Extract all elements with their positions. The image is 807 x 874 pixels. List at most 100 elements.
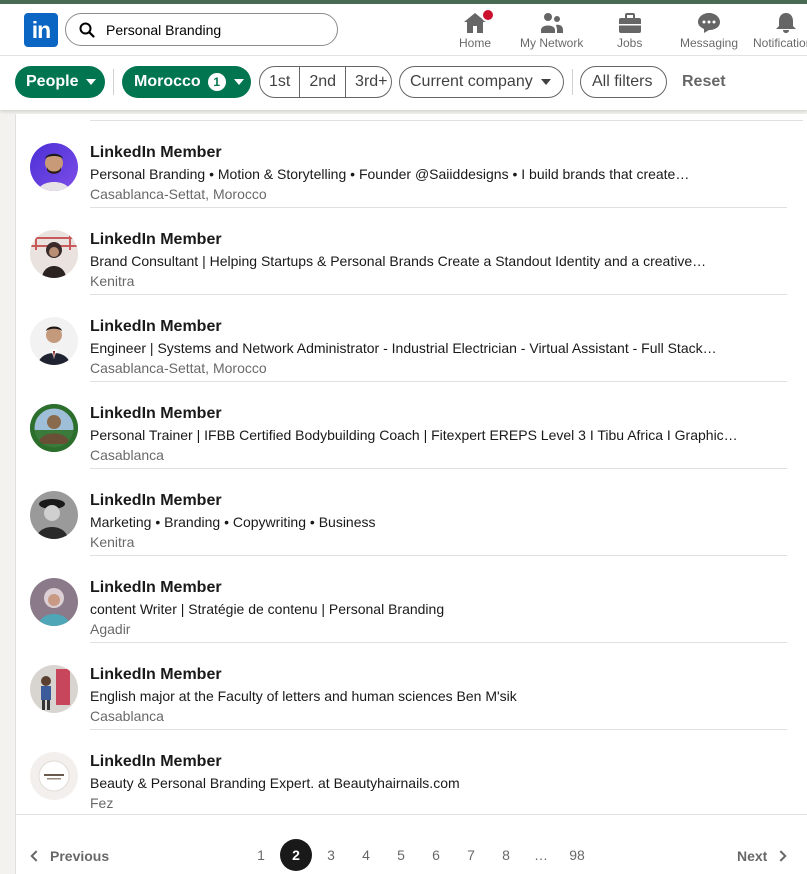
result-item[interactable]: LinkedIn Member Personal Trainer | IFBB … (16, 382, 807, 469)
degree-1st-button[interactable]: 1st (260, 67, 299, 97)
connection-degree-filter: 1st 2nd 3rd+ (259, 66, 392, 98)
result-headline: English major at the Faculty of letters … (90, 688, 517, 704)
all-filters-button[interactable]: All filters (580, 66, 667, 98)
avatar[interactable] (30, 752, 78, 800)
result-location: Casablanca (90, 447, 164, 463)
location-filter-label: Morocco (134, 73, 201, 90)
chevron-down-icon (233, 79, 244, 85)
result-name[interactable]: LinkedIn Member (90, 666, 222, 684)
result-headline: Personal Trainer | IFBB Certified Bodybu… (90, 427, 738, 443)
global-nav: in Home My Network Jobs Messaging (0, 4, 807, 56)
briefcase-icon (618, 10, 642, 34)
result-headline: content Writer | Stratégie de contenu | … (90, 601, 445, 617)
result-name[interactable]: LinkedIn Member (90, 318, 222, 336)
page-number-button[interactable]: 3 (315, 839, 347, 871)
result-item[interactable]: LinkedIn Member Personal Branding • Moti… (16, 121, 807, 208)
current-company-filter-button[interactable]: Current company (399, 66, 564, 98)
result-location: Casablanca-Settat, Morocco (90, 360, 267, 376)
page-number-button[interactable]: 7 (455, 839, 487, 871)
degree-2nd-button[interactable]: 2nd (299, 67, 345, 97)
next-page-label: Next (737, 848, 768, 864)
result-name[interactable]: LinkedIn Member (90, 579, 222, 597)
result-item[interactable]: LinkedIn Member Marketing • Branding • C… (16, 469, 807, 556)
nav-home-label: Home (459, 36, 492, 50)
home-icon (463, 8, 495, 34)
nav-jobs-label: Jobs (617, 36, 643, 50)
result-location: Kenitra (90, 534, 135, 550)
page-number-button[interactable]: 98 (561, 839, 593, 871)
result-headline: Personal Branding • Motion & Storytellin… (90, 166, 690, 182)
result-headline: Brand Consultant | Helping Startups & Pe… (90, 253, 707, 269)
search-results-card: LinkedIn Member Personal Branding • Moti… (15, 114, 807, 874)
nav-messaging[interactable]: Messaging (680, 10, 738, 54)
page-number-current[interactable]: 2 (280, 839, 312, 871)
nav-my-network[interactable]: My Network (520, 10, 583, 54)
search-bar[interactable] (65, 13, 338, 46)
nav-home[interactable]: Home (459, 8, 495, 54)
search-icon (79, 22, 95, 38)
avatar[interactable] (30, 317, 78, 365)
chevron-right-icon (775, 850, 788, 862)
result-name[interactable]: LinkedIn Member (90, 492, 222, 510)
result-item[interactable]: LinkedIn Member Beauty & Personal Brandi… (16, 730, 807, 817)
result-item[interactable]: LinkedIn Member Engineer | Systems and N… (16, 295, 807, 382)
nav-notifications[interactable]: Notifications (753, 10, 807, 54)
location-filter-button[interactable]: Morocco 1 (122, 66, 251, 98)
bell-icon (774, 10, 798, 34)
nav-jobs[interactable]: Jobs (617, 10, 642, 54)
page-number-button[interactable]: 8 (490, 839, 522, 871)
previous-page-button[interactable]: Previous (30, 848, 110, 864)
current-company-filter-label: Current company (410, 73, 533, 90)
pagination: Previous 1 2 3 4 5 6 7 8 … 98 Next (16, 814, 807, 874)
avatar[interactable] (30, 230, 78, 278)
next-page-button[interactable]: Next (737, 848, 788, 864)
page-number-button[interactable]: 1 (245, 839, 277, 871)
result-headline: Engineer | Systems and Network Administr… (90, 340, 717, 356)
result-headline: Marketing • Branding • Copywriting • Bus… (90, 514, 376, 530)
filter-divider (113, 69, 114, 95)
avatar[interactable] (30, 491, 78, 539)
result-location: Casablanca (90, 708, 164, 724)
people-icon (540, 10, 564, 34)
result-location: Fez (90, 795, 114, 811)
avatar[interactable] (30, 143, 78, 191)
search-input[interactable] (106, 21, 326, 38)
result-name[interactable]: LinkedIn Member (90, 405, 222, 423)
notification-dot (481, 8, 495, 22)
degree-3rd-button[interactable]: 3rd+ (345, 67, 396, 97)
nav-notifications-label: Notifications (753, 36, 807, 50)
people-filter-button[interactable]: People (15, 66, 105, 98)
chevron-down-icon (540, 79, 551, 85)
chevron-left-icon (30, 850, 42, 862)
chat-icon (697, 10, 721, 34)
linkedin-logo[interactable]: in (24, 13, 58, 47)
result-location: Agadir (90, 621, 131, 637)
result-location: Kenitra (90, 273, 135, 289)
result-name[interactable]: LinkedIn Member (90, 231, 222, 249)
nav-messaging-label: Messaging (680, 36, 739, 50)
result-name[interactable]: LinkedIn Member (90, 753, 222, 771)
all-filters-label: All filters (592, 73, 653, 90)
avatar[interactable] (30, 578, 78, 626)
page-ellipsis: … (534, 847, 548, 863)
result-location: Casablanca-Settat, Morocco (90, 186, 267, 202)
nav-my-network-label: My Network (520, 36, 584, 50)
people-filter-label: People (26, 73, 79, 90)
avatar[interactable] (30, 404, 78, 452)
result-item[interactable]: LinkedIn Member English major at the Fac… (16, 643, 807, 730)
location-filter-count-badge: 1 (207, 73, 226, 91)
page-number-button[interactable]: 4 (350, 839, 382, 871)
logo-text: in (31, 16, 51, 43)
result-headline: Beauty & Personal Branding Expert. at Be… (90, 775, 460, 791)
search-filter-bar: People Morocco 1 1st 2nd 3rd+ Current co… (0, 56, 807, 110)
page-number-button[interactable]: 5 (385, 839, 417, 871)
result-item[interactable]: LinkedIn Member content Writer | Stratég… (16, 556, 807, 643)
filter-divider (572, 69, 573, 95)
result-name[interactable]: LinkedIn Member (90, 144, 222, 162)
result-item[interactable]: LinkedIn Member Brand Consultant | Helpi… (16, 208, 807, 295)
previous-page-label: Previous (50, 848, 110, 864)
reset-filters-button[interactable]: Reset (682, 73, 726, 91)
chevron-down-icon (86, 79, 97, 85)
avatar[interactable] (30, 665, 78, 713)
page-number-button[interactable]: 6 (420, 839, 452, 871)
